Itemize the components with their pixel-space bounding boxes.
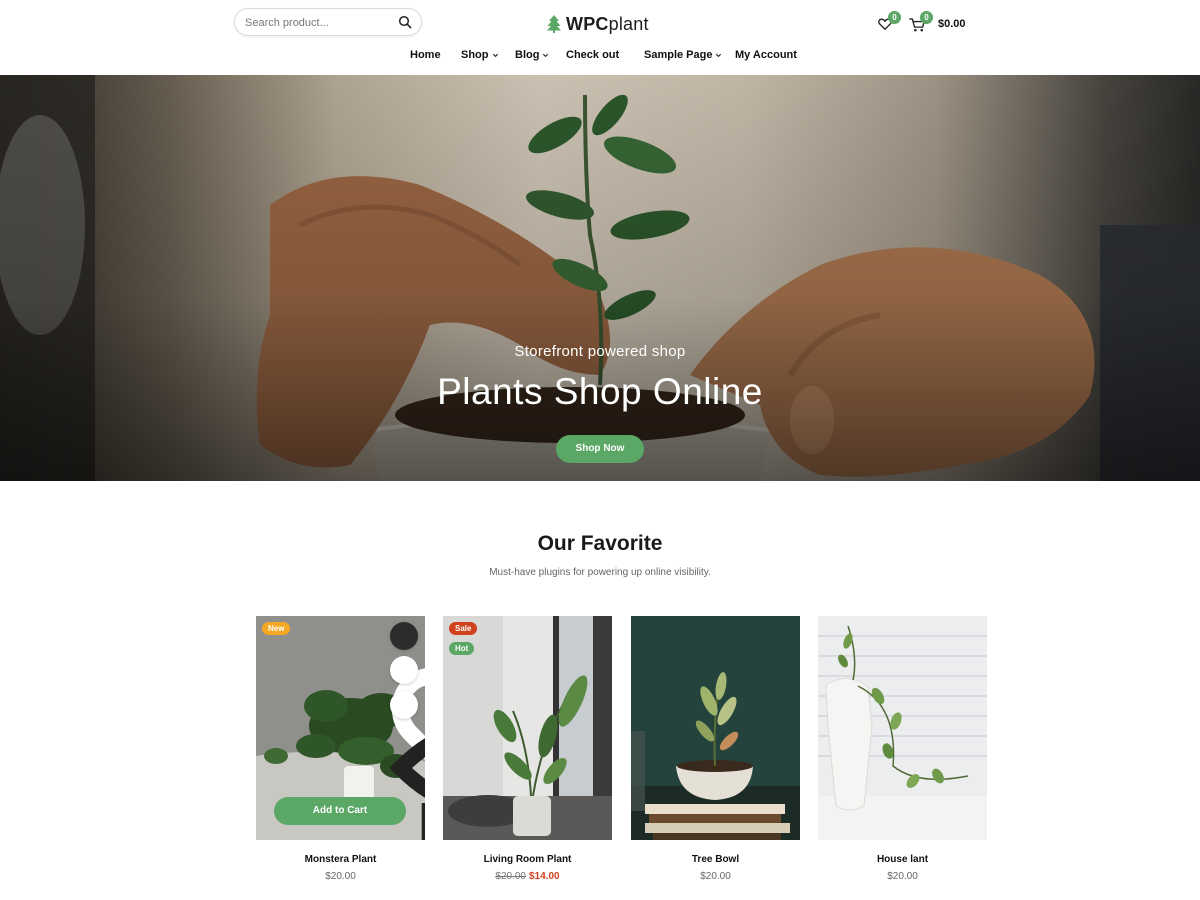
product-name[interactable]: Living Room Plant — [443, 854, 612, 865]
new-badge: New — [262, 622, 291, 635]
nav-item-home[interactable]: Home — [410, 49, 441, 61]
nav-item-sample-page[interactable]: Sample Page — [644, 49, 722, 61]
hero-overlay — [0, 75, 1200, 481]
old-price: $20.00 — [495, 871, 526, 882]
product-name[interactable]: Tree Bowl — [631, 854, 800, 865]
product-image[interactable]: Sale Hot — [443, 616, 612, 840]
sale-price: $14.00 — [529, 871, 560, 882]
section-title: Our Favorite — [537, 532, 663, 555]
hot-badge: Hot — [449, 642, 475, 655]
product-card[interactable]: Sale Hot Living Room Plant $20.00 $14.00 — [443, 616, 612, 882]
product-price: $20.00 $14.00 — [443, 871, 612, 882]
product-price: $20.00 — [887, 871, 918, 882]
main-nav: Home Shop Blog Check out Sample Page My … — [0, 49, 1200, 65]
compare-button[interactable] — [390, 691, 425, 840]
product-price: $20.00 — [700, 871, 731, 882]
product-image[interactable]: New Add to Cart — [256, 616, 425, 840]
nav-item-shop[interactable]: Shop — [461, 49, 499, 61]
hero-subtitle: Storefront powered shop — [514, 343, 686, 360]
product-name[interactable]: House lant — [818, 854, 987, 865]
hero-banner: Storefront powered shop Plants Shop Onli… — [0, 75, 1200, 481]
nav-item-my-account[interactable]: My Account — [735, 49, 797, 61]
product-name[interactable]: Monstera Plant — [256, 854, 425, 865]
add-to-cart-button[interactable]: Add to Cart — [274, 797, 406, 825]
site-logo[interactable]: WPCplant — [546, 13, 649, 35]
search-box[interactable] — [234, 8, 422, 36]
nav-item-checkout[interactable]: Check out — [566, 49, 619, 61]
sale-badge: Sale — [449, 622, 478, 635]
chevron-down-icon — [543, 53, 549, 57]
shop-now-button[interactable]: Shop Now — [556, 435, 644, 463]
search-input[interactable] — [245, 14, 390, 32]
wishlist-count-badge: 0 — [888, 11, 901, 24]
wishlist-button[interactable]: 0 — [878, 11, 901, 30]
hero-title: Plants Shop Online — [437, 371, 763, 412]
cart-count-badge: 0 — [920, 11, 933, 24]
site-header: WPCplant 0 0 $0.00 Home Shop Blog Check … — [0, 0, 1200, 75]
product-price: $20.00 — [325, 871, 356, 882]
product-card[interactable]: Tree Bowl $20.00 — [631, 616, 800, 882]
product-image[interactable] — [631, 616, 800, 840]
tree-icon — [547, 15, 561, 33]
cart-total[interactable]: $0.00 — [938, 18, 966, 30]
product-image[interactable] — [818, 616, 987, 840]
section-subtitle: Must-have plugins for powering up online… — [489, 567, 711, 578]
chevron-down-icon — [492, 53, 498, 57]
nav-item-blog[interactable]: Blog — [515, 49, 549, 61]
chevron-down-icon — [716, 53, 722, 57]
wishlist-button[interactable] — [390, 622, 425, 760]
cart-button[interactable]: 0 — [909, 11, 933, 32]
product-card[interactable]: New Add to Cart Monstera Plant $20.00 — [256, 616, 425, 882]
tree-bowl-image — [631, 616, 800, 840]
quick-view-button[interactable] — [390, 656, 425, 798]
logo-text: WPCplant — [566, 13, 649, 34]
product-card[interactable]: House lant $20.00 — [818, 616, 987, 882]
house-plant-image — [818, 616, 987, 840]
search-icon[interactable] — [398, 15, 412, 29]
